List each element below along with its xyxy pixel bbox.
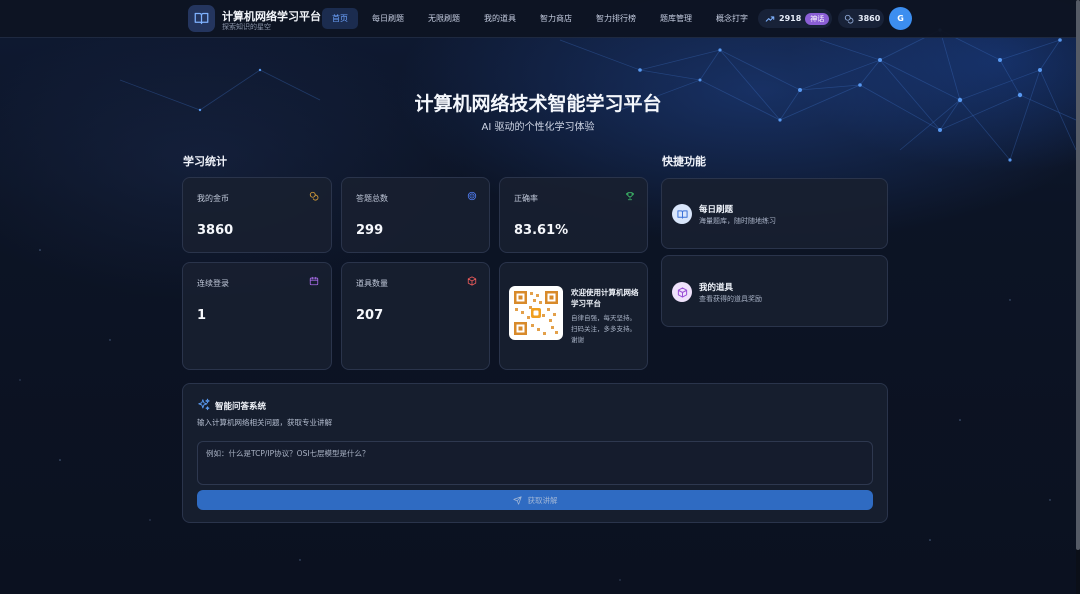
nav-item-shop[interactable]: 智力商店 [530, 8, 582, 29]
trending-up-icon [765, 15, 775, 22]
welcome-title: 欢迎使用计算机网络学习平台 [571, 288, 639, 308]
quick-card-description: 海量题库，随时随地练习 [699, 217, 776, 225]
quick-section-title: 快捷功能 [662, 155, 706, 168]
stat-label: 道具数量 [356, 279, 388, 288]
logo[interactable] [188, 5, 215, 32]
stat-value: 83.61% [514, 223, 569, 238]
stat-label: 正确率 [514, 194, 538, 203]
qa-panel: 智能问答系统 输入计算机网络相关问题，获取专业讲解 获取讲解 [182, 383, 888, 523]
stat-value: 3860 [197, 223, 234, 238]
qr-code [509, 286, 563, 340]
stat-card-answered: 答题总数 299 [341, 177, 490, 253]
quick-card-my-props[interactable]: 我的道具 查看获得的道具奖励 [661, 255, 888, 327]
qa-description: 输入计算机网络相关问题，获取专业讲解 [197, 418, 332, 427]
get-explanation-button[interactable]: 获取讲解 [197, 490, 873, 510]
book-icon [194, 12, 209, 25]
coin-pill[interactable]: 3860 [838, 9, 884, 28]
stat-label: 答题总数 [356, 194, 388, 203]
rank-badge: 神话 [805, 12, 830, 25]
stat-label: 我的金币 [197, 194, 229, 203]
stat-card-login-streak: 连续登录 1 [182, 262, 332, 370]
nav-item-home[interactable]: 首页 [322, 8, 358, 29]
coin-value: 3860 [858, 14, 881, 23]
coins-icon [844, 14, 854, 23]
nav-item-daily-practice[interactable]: 每日刷题 [362, 8, 414, 29]
stat-value: 1 [197, 308, 207, 323]
qr-code-graphic [514, 291, 558, 335]
nav-item-leaderboard[interactable]: 智力排行榜 [586, 8, 646, 29]
quick-card-daily-practice[interactable]: 每日刷题 海量题库，随时随地练习 [661, 178, 888, 249]
scrollbar-thumb[interactable] [1076, 0, 1080, 550]
page-title: 计算机网络技术智能学习平台 [414, 93, 662, 115]
nav-item-question-bank[interactable]: 题库管理 [650, 8, 702, 29]
coins-icon [309, 191, 319, 201]
quick-card-title: 我的道具 [699, 283, 734, 293]
stat-card-props: 道具数量 207 [341, 262, 490, 370]
qa-title: 智能问答系统 [215, 402, 267, 412]
score-pill[interactable]: 2918 神话 [758, 9, 832, 28]
top-navigation: 计算机网络学习平台 探索知识的星空 首页 每日刷题 无限刷题 我的道具 智力商店… [0, 0, 1076, 38]
scrollbar[interactable] [1076, 0, 1080, 594]
stat-card-coins: 我的金币 3860 [182, 177, 332, 253]
stat-value: 207 [356, 308, 384, 323]
quick-card-description: 查看获得的道具奖励 [699, 295, 762, 303]
stat-label: 连续登录 [197, 279, 229, 288]
welcome-card: 欢迎使用计算机网络学习平台 自律自强，每天坚持。扫码关注，多多支持。谢谢 [499, 262, 648, 370]
page-subtitle: AI 驱动的个性化学习体验 [481, 122, 595, 133]
stat-value: 299 [356, 223, 384, 238]
stat-card-accuracy: 正确率 83.61% [499, 177, 648, 253]
avatar[interactable]: G [889, 7, 912, 30]
book-icon [672, 204, 692, 224]
button-label: 获取讲解 [527, 495, 558, 505]
send-icon [512, 495, 522, 505]
target-icon [467, 191, 477, 201]
nav-item-unlimited-practice[interactable]: 无限刷题 [418, 8, 470, 29]
question-input[interactable] [197, 441, 873, 485]
nav-item-my-props[interactable]: 我的道具 [474, 8, 526, 29]
quick-card-title: 每日刷题 [699, 205, 734, 215]
score-value: 2918 [779, 14, 802, 23]
calendar-icon [309, 276, 319, 286]
nav-item-concept-typing[interactable]: 概念打字 [706, 8, 758, 29]
nav-menu: 首页 每日刷题 无限刷题 我的道具 智力商店 智力排行榜 题库管理 概念打字 [322, 8, 758, 29]
sparkles-icon [198, 398, 210, 411]
cube-icon [672, 282, 692, 302]
brand-subtitle: 探索知识的星空 [222, 23, 271, 31]
stats-section-title: 学习统计 [183, 155, 227, 168]
welcome-description: 自律自强，每天坚持。扫码关注，多多支持。谢谢 [571, 314, 636, 344]
trophy-icon [626, 192, 634, 201]
cube-icon [467, 276, 477, 286]
